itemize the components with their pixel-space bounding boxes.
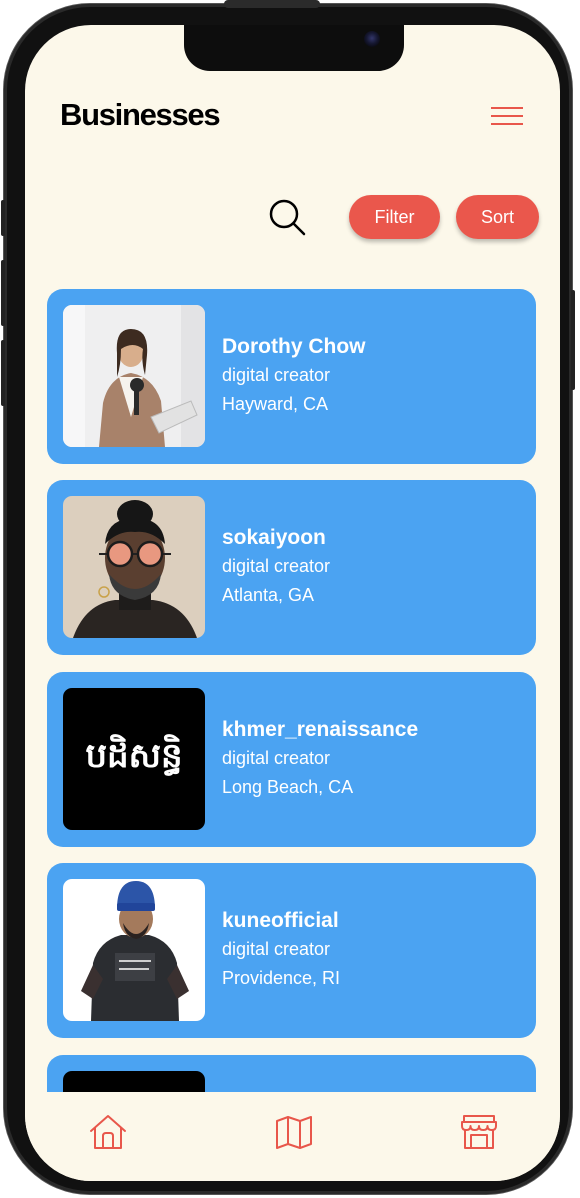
speaker: [224, 0, 320, 8]
business-list[interactable]: Dorothy Chow digital creator Hayward, CA: [47, 289, 537, 1092]
side-button-left-2: [1, 260, 5, 326]
business-name: khmer_renaissance: [222, 718, 419, 741]
hamburger-line: [491, 123, 523, 125]
store-icon: [461, 1115, 497, 1149]
business-category: digital creator: [222, 748, 331, 768]
business-card[interactable]: sokaiyoon digital creator Atlanta, GA: [47, 480, 536, 655]
home-icon: [90, 1115, 126, 1149]
side-button-left-1: [1, 200, 5, 236]
business-photo: [63, 305, 205, 447]
business-location: Long Beach, CA: [222, 777, 354, 797]
filter-button[interactable]: Filter: [349, 195, 440, 239]
business-location: Providence, RI: [222, 968, 341, 988]
business-name: kuneofficial: [222, 909, 339, 932]
business-category: digital creator: [222, 939, 331, 959]
business-logo: [63, 1071, 205, 1092]
business-photo: [63, 879, 205, 1021]
business-card[interactable]: kuneofficial digital creator Providence,…: [47, 863, 536, 1038]
business-category: digital creator: [222, 556, 331, 576]
menu-button[interactable]: [485, 103, 527, 131]
map-icon: [276, 1116, 312, 1149]
page-title: Businesses: [60, 97, 221, 132]
phone-frame: Businesses Filter Sort Dorothy Chow digi…: [1, 0, 575, 1194]
business-photo: [63, 496, 205, 638]
business-name: sokaiyoon: [222, 526, 326, 549]
app-screen: Businesses Filter Sort Dorothy Chow digi…: [25, 25, 560, 1181]
business-card[interactable]: [47, 1055, 536, 1092]
business-location: Atlanta, GA: [222, 585, 315, 605]
business-card[interactable]: Dorothy Chow digital creator Hayward, CA: [47, 289, 536, 464]
tab-map[interactable]: [274, 1112, 314, 1152]
search-icon: [269, 199, 306, 236]
side-button-left-3: [1, 340, 5, 406]
tab-store[interactable]: [459, 1112, 499, 1152]
sort-button[interactable]: Sort: [456, 195, 539, 239]
business-card[interactable]: បដិសន្ធិ khmer_renaissance digital creat…: [47, 672, 536, 847]
notch: [184, 25, 404, 71]
business-location: Hayward, CA: [222, 394, 329, 414]
khmer-logo-text: បដិសន្ធិ: [85, 736, 183, 776]
search-button[interactable]: [267, 197, 307, 237]
hamburger-line: [491, 107, 523, 109]
business-name: Dorothy Chow: [222, 335, 366, 358]
business-logo: បដិសន្ធិ: [63, 688, 205, 830]
tab-home[interactable]: [88, 1112, 128, 1152]
tab-bar: [25, 1092, 560, 1181]
hamburger-line: [491, 115, 523, 117]
business-category: digital creator: [222, 365, 331, 385]
camera-icon: [364, 31, 380, 47]
side-button-right: [571, 290, 575, 390]
